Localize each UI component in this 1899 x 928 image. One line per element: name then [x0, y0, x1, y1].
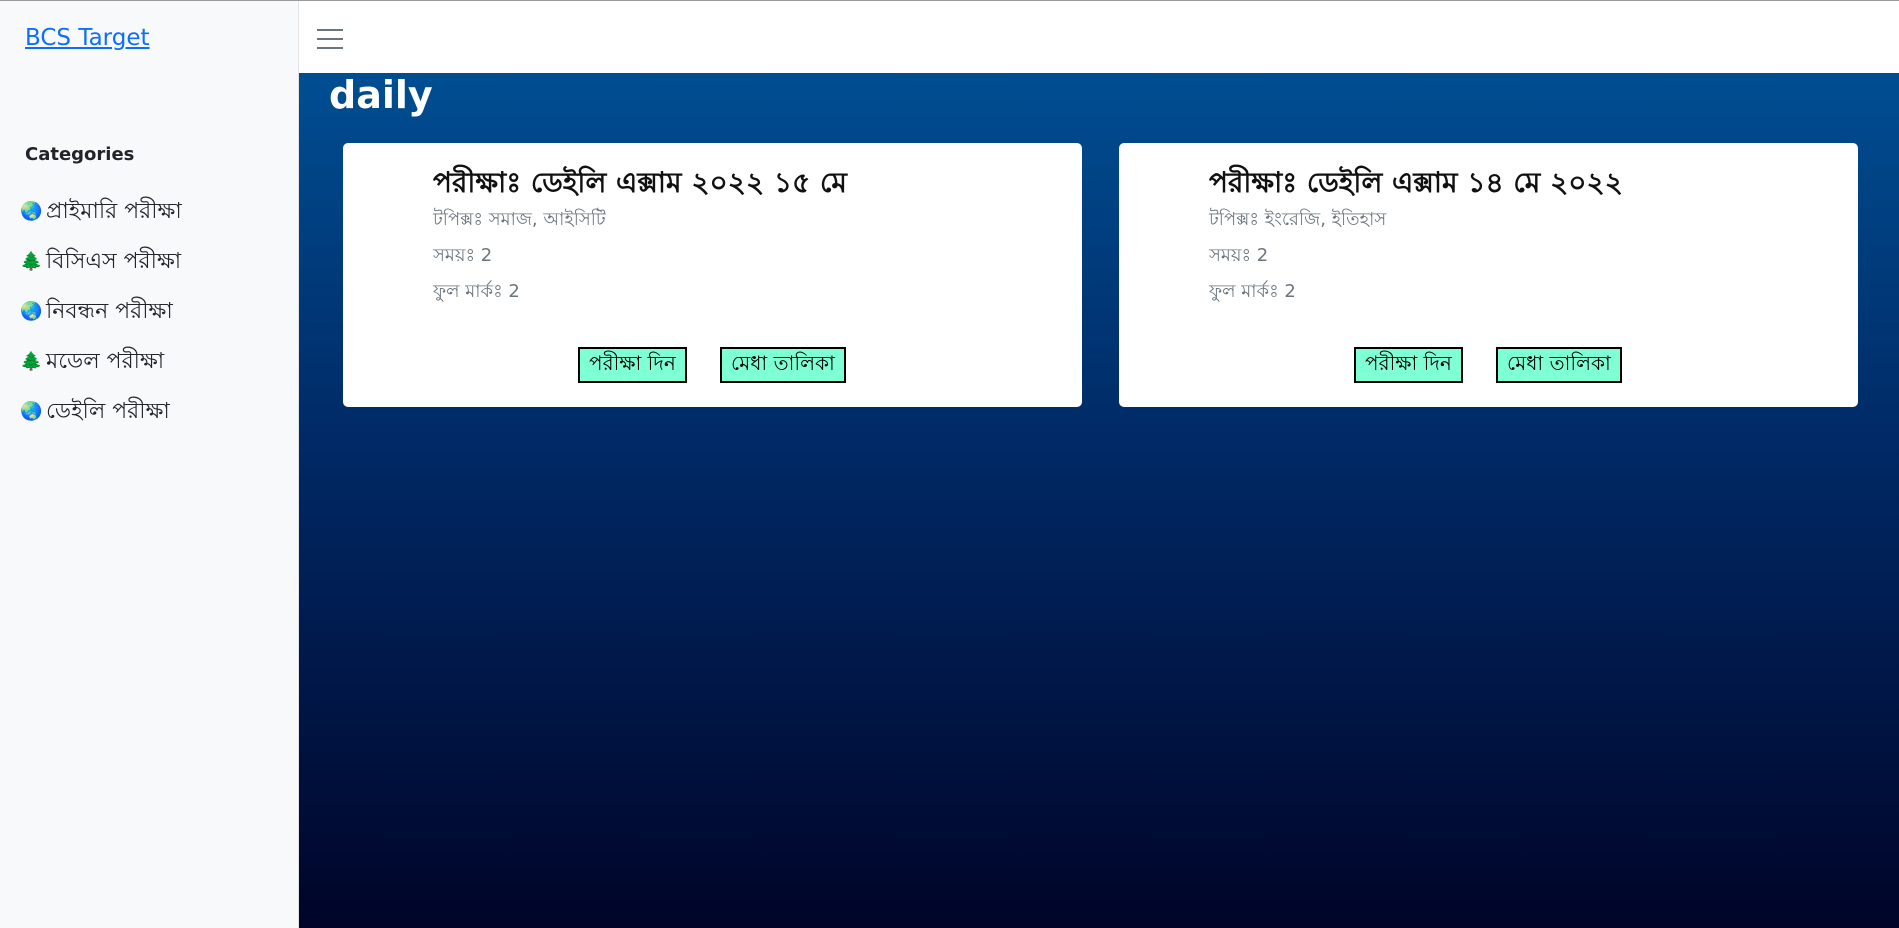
- exam-time: সময়ঃ 2: [433, 245, 493, 266]
- exam-title: পরীক্ষাঃ ডেইলি এক্সাম ১৪ মে ২০২২: [1209, 166, 1623, 199]
- category-item-registration[interactable]: 🌏 নিবন্ধন পরীক্ষা: [20, 298, 182, 348]
- exam-time: সময়ঃ 2: [1209, 245, 1269, 266]
- category-item-bcs[interactable]: 🌲 বিসিএস পরীক্ষা: [20, 248, 182, 298]
- exam-topics: টপিক্সঃ সমাজ, আইসিটি: [433, 209, 606, 230]
- exam-title: পরীক্ষাঃ ডেইলি এক্সাম ২০২২ ১৫ মে: [433, 166, 847, 199]
- globe-icon: 🌏: [20, 201, 43, 222]
- hamburger-icon[interactable]: [317, 29, 343, 49]
- exam-full-marks: ফুল মার্কঃ 2: [433, 281, 520, 302]
- tree-icon: 🌲: [20, 351, 43, 372]
- merit-list-button[interactable]: মেধা তালিকা: [720, 347, 846, 383]
- category-label: প্রাইমারি পরীক্ষা: [46, 199, 182, 224]
- brand-link[interactable]: BCS Target: [25, 25, 150, 51]
- take-exam-button[interactable]: পরীক্ষা দিন: [1354, 347, 1463, 383]
- page-title: daily: [329, 73, 433, 117]
- sidebar: BCS Target Categories 🌏 প্রাইমারি পরীক্ষ…: [0, 1, 299, 928]
- take-exam-button[interactable]: পরীক্ষা দিন: [578, 347, 687, 383]
- main-content: daily পরীক্ষাঃ ডেইলি এক্সাম ২০২২ ১৫ মে ট…: [299, 73, 1899, 928]
- category-label: মডেল পরীক্ষা: [46, 349, 165, 374]
- category-label: বিসিএস পরীক্ষা: [46, 249, 182, 274]
- exam-full-marks: ফুল মার্কঃ 2: [1209, 281, 1296, 302]
- category-label: নিবন্ধন পরীক্ষা: [46, 299, 173, 324]
- globe-icon: 🌏: [20, 401, 43, 422]
- exam-card: পরীক্ষাঃ ডেইলি এক্সাম ২০২২ ১৫ মে টপিক্সঃ…: [343, 143, 1082, 407]
- tree-icon: 🌲: [20, 251, 43, 272]
- category-list: 🌏 প্রাইমারি পরীক্ষা 🌲 বিসিএস পরীক্ষা 🌏 ন…: [20, 198, 182, 448]
- top-navbar: [299, 1, 1899, 73]
- merit-list-button[interactable]: মেধা তালিকা: [1496, 347, 1622, 383]
- category-item-primary[interactable]: 🌏 প্রাইমারি পরীক্ষা: [20, 198, 182, 248]
- category-label: ডেইলি পরীক্ষা: [46, 399, 170, 424]
- globe-icon: 🌏: [20, 301, 43, 322]
- category-item-daily[interactable]: 🌏 ডেইলি পরীক্ষা: [20, 398, 182, 448]
- category-item-model[interactable]: 🌲 মডেল পরীক্ষা: [20, 348, 182, 398]
- exam-topics: টপিক্সঃ ইংরেজি, ইতিহাস: [1209, 209, 1387, 230]
- categories-heading: Categories: [25, 144, 135, 165]
- exam-card: পরীক্ষাঃ ডেইলি এক্সাম ১৪ মে ২০২২ টপিক্সঃ…: [1119, 143, 1858, 407]
